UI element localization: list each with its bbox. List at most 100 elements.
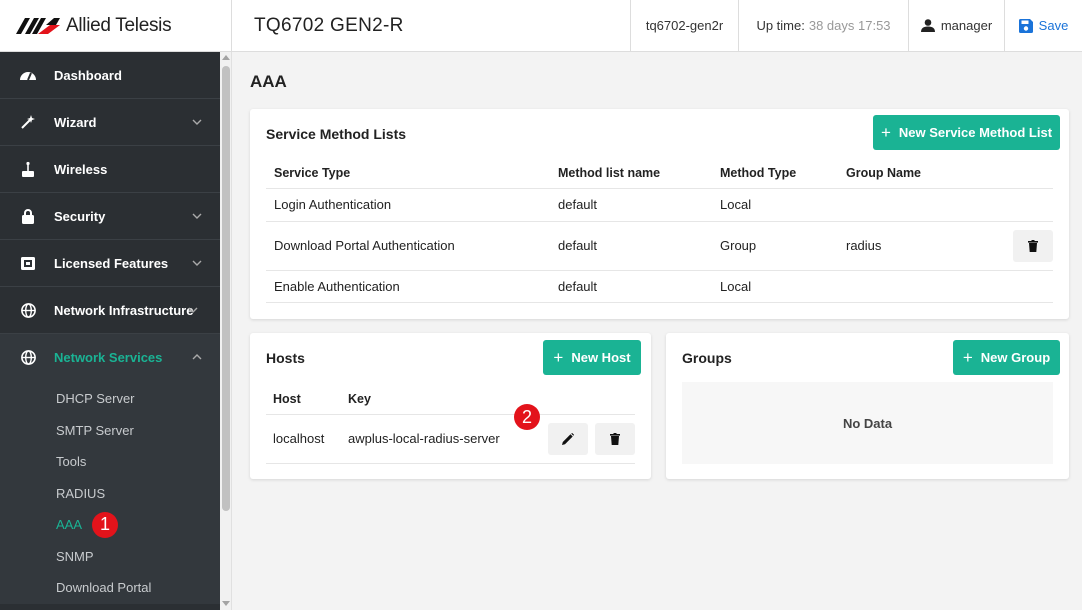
cell-service-type: Download Portal Authentication (274, 238, 455, 253)
sidebar-item-wizard[interactable]: Wizard (0, 99, 220, 146)
scroll-thumb[interactable] (222, 66, 230, 511)
column-header: Method list name (558, 165, 661, 180)
network-services-submenu: DHCP Server SMTP Server Tools RADIUS AAA… (0, 381, 220, 604)
cell-method-type: Group (720, 238, 757, 253)
trash-icon (610, 432, 620, 445)
column-header: Service Type (274, 165, 351, 180)
sidebar-subitem-aaa[interactable]: AAA 1 (0, 509, 220, 541)
sidebar-scrollbar[interactable] (220, 52, 232, 610)
sidebar: Dashboard Wizard Wireless Security Licen… (0, 52, 220, 610)
column-header: Host (273, 391, 301, 406)
cell-host: localhost (273, 431, 325, 446)
save-label: Save (1038, 18, 1069, 33)
cell-method-list: default (558, 197, 598, 212)
table-row[interactable]: Download Portal Authentication default G… (266, 221, 1053, 270)
cell-service-type: Enable Authentication (274, 278, 400, 294)
device-title: TQ6702 GEN2-R (254, 14, 404, 36)
groups-empty-state: No Data (682, 382, 1053, 464)
sidebar-subitem-label: AAA (56, 517, 83, 533)
brand-logo[interactable]: Allied Telesis (0, 0, 232, 52)
cell-method-type: Local (720, 197, 752, 212)
user-menu[interactable]: manager (908, 0, 1004, 52)
table-header-row: Service Type Method list name Method Typ… (266, 158, 1053, 188)
sidebar-subitem-tools[interactable]: Tools (0, 446, 220, 478)
cell-group-name: radius (846, 238, 882, 253)
sidebar-subitem-download-portal[interactable]: Download Portal (0, 572, 220, 604)
button-label: New Host (571, 350, 631, 365)
new-service-method-list-button[interactable]: + New Service Method List (873, 115, 1060, 150)
hosts-table: Host Key localhost awplus-local-radius-s… (266, 384, 635, 464)
license-icon (20, 255, 36, 271)
wireless-icon (20, 161, 36, 177)
chevron-down-icon (192, 260, 202, 266)
column-header: Key (348, 391, 371, 406)
callout-badge-2: 2 (514, 404, 540, 430)
sidebar-subitem-smtp-server[interactable]: SMTP Server (0, 415, 220, 447)
plus-icon: + (880, 123, 891, 142)
sidebar-subitem-radius[interactable]: RADIUS (0, 478, 220, 510)
trash-icon (1028, 239, 1038, 252)
button-label: New Service Method List (898, 125, 1053, 140)
user-icon (920, 19, 935, 32)
lock-icon (20, 208, 36, 224)
sidebar-subitem-dhcp-server[interactable]: DHCP Server (0, 383, 220, 415)
new-host-button[interactable]: + New Host (543, 340, 641, 375)
column-header: Group Name (846, 165, 922, 180)
cell-service-type: Login Authentication (274, 197, 392, 212)
chevron-down-icon (192, 213, 202, 219)
uptime-value: 38 days 17:53 (808, 18, 891, 33)
sidebar-item-dashboard[interactable]: Dashboard (0, 52, 220, 99)
chevron-down-icon (192, 119, 202, 125)
groups-title: Groups (682, 350, 732, 366)
sidebar-item-licensed-features[interactable]: Licensed Features (0, 240, 220, 287)
sidebar-item-label: Dashboard (54, 67, 122, 83)
page-title: AAA (250, 72, 287, 91)
column-header: Method Type (720, 165, 797, 180)
cell-key: awplus-local-radius-server (348, 431, 500, 446)
cell-method-type: Local (720, 278, 752, 294)
service-method-lists-title: Service Method Lists (266, 126, 407, 142)
chevron-down-icon (188, 307, 198, 313)
sidebar-item-label: Network Services (54, 350, 163, 365)
sidebar-item-wireless[interactable]: Wireless (0, 146, 220, 193)
scroll-down-arrow-icon[interactable] (222, 601, 230, 606)
allied-telesis-logo-icon (16, 17, 60, 34)
uptime-label: Up time: (756, 18, 805, 33)
sidebar-item-label: Network Infrastructure (54, 302, 194, 318)
hosts-title: Hosts (266, 350, 305, 366)
cell-group-name (846, 270, 996, 302)
globe-icon (20, 302, 36, 318)
cell-group-name (846, 188, 996, 221)
edit-button[interactable] (548, 422, 588, 455)
cell-method-list: default (558, 238, 598, 253)
table-row[interactable]: Enable Authentication default Local (266, 270, 1053, 302)
button-label: New Group (980, 350, 1051, 365)
scroll-up-arrow-icon[interactable] (222, 55, 230, 60)
save-button[interactable]: Save (1004, 0, 1082, 52)
hostname: tq6702-gen2r (630, 0, 738, 52)
sidebar-item-security[interactable]: Security (0, 193, 220, 240)
sidebar-item-network-infrastructure[interactable]: Network Infrastructure (0, 287, 220, 334)
sidebar-item-label: Wireless (54, 161, 108, 177)
sidebar-item-label: Licensed Features (54, 255, 169, 271)
sidebar-subitem-snmp[interactable]: SNMP (0, 541, 220, 573)
sidebar-item-label: Security (54, 208, 106, 224)
plus-icon: + (962, 348, 973, 367)
pencil-icon (562, 432, 574, 445)
globe-icon (20, 350, 36, 366)
delete-button[interactable] (595, 422, 635, 455)
chevron-up-icon (192, 354, 202, 360)
cell-method-list: default (558, 278, 598, 294)
delete-button[interactable] (1013, 229, 1053, 262)
service-method-table: Service Type Method list name Method Typ… (266, 158, 1053, 303)
magic-wand-icon (20, 114, 36, 130)
sidebar-item-network-services[interactable]: Network Services (0, 334, 220, 381)
table-row[interactable]: localhost awplus-local-radius-server (266, 414, 635, 463)
dashboard-icon (20, 67, 36, 83)
new-group-button[interactable]: + New Group (953, 340, 1060, 375)
sidebar-item-label: Wizard (54, 114, 97, 130)
table-row[interactable]: Login Authentication default Local (266, 188, 1053, 221)
top-bar: Allied Telesis TQ6702 GEN2-R tq6702-gen2… (0, 0, 1082, 52)
brand-name: Allied Telesis (66, 14, 172, 36)
username: manager (940, 18, 993, 33)
